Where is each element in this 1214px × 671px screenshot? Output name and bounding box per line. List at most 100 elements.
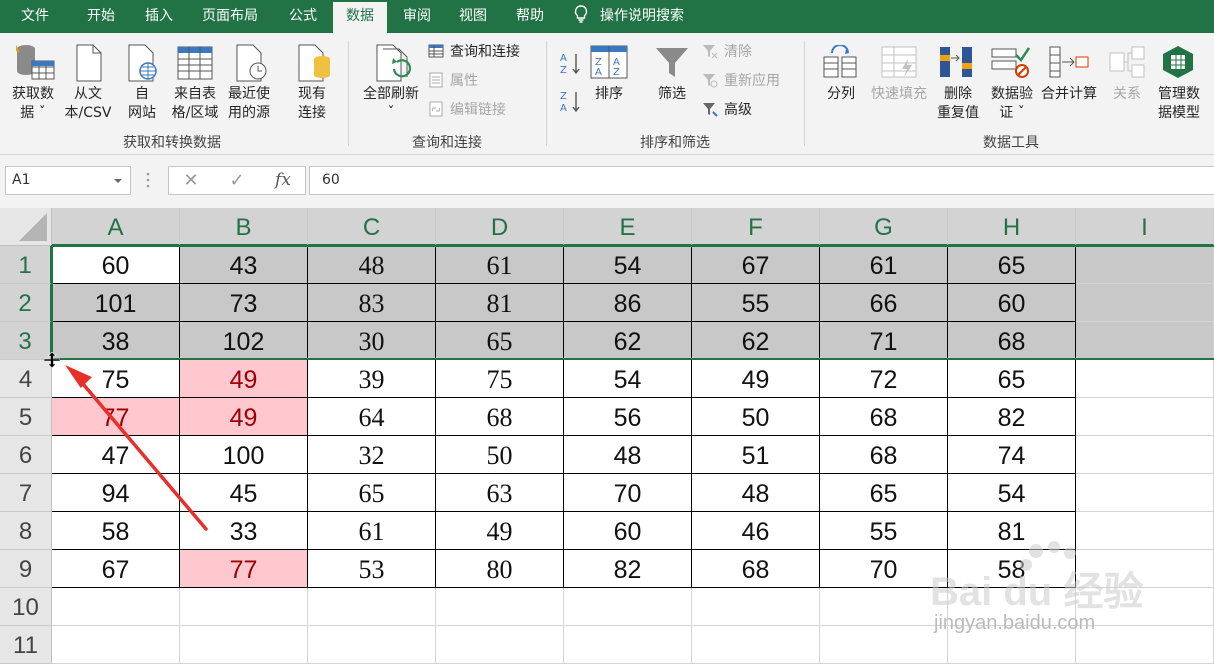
cell-g5[interactable]: 68 xyxy=(820,398,948,436)
cell-c1[interactable]: 48 xyxy=(308,246,436,284)
cell-e4[interactable]: 54 xyxy=(564,360,692,398)
cell-e3[interactable]: 62 xyxy=(564,322,692,360)
properties-button[interactable]: 属性 xyxy=(428,70,478,92)
cell-g6[interactable]: 68 xyxy=(820,436,948,474)
chevron-down-icon[interactable] xyxy=(114,179,122,183)
cell-a2[interactable]: 101 xyxy=(52,284,180,322)
cell-e5[interactable]: 56 xyxy=(564,398,692,436)
tab-page-layout[interactable]: 页面布局 xyxy=(192,0,268,33)
enter-check-icon[interactable]: ✓ xyxy=(219,167,255,194)
cell-c8[interactable]: 61 xyxy=(308,512,436,550)
cell-e9[interactable]: 82 xyxy=(564,550,692,588)
cell-d3[interactable]: 65 xyxy=(436,322,564,360)
row-header-5[interactable]: 5 xyxy=(0,398,52,436)
cell-g1[interactable]: 61 xyxy=(820,246,948,284)
cell-a11[interactable] xyxy=(52,626,180,664)
tab-data[interactable]: 数据 xyxy=(333,2,387,33)
cell-a4[interactable]: 75 xyxy=(52,360,180,398)
cell-e6[interactable]: 48 xyxy=(564,436,692,474)
cell-d8[interactable]: 49 xyxy=(436,512,564,550)
tell-me-search[interactable]: 操作说明搜索 xyxy=(574,0,684,33)
cell-c11[interactable] xyxy=(308,626,436,664)
cell-c4[interactable]: 39 xyxy=(308,360,436,398)
column-header-b[interactable]: B xyxy=(180,208,308,246)
row-header-2[interactable]: 2 xyxy=(0,284,52,322)
queries-connections-button[interactable]: 查询和连接 xyxy=(428,41,520,63)
cell-b9[interactable]: 77 xyxy=(180,550,308,588)
row-header-11[interactable]: 11 xyxy=(0,626,52,664)
cell-f6[interactable]: 51 xyxy=(692,436,820,474)
cell-b3[interactable]: 102 xyxy=(180,322,308,360)
cell-a1[interactable]: 60 xyxy=(52,246,180,284)
cell-d7[interactable]: 63 xyxy=(436,474,564,512)
column-header-h[interactable]: H xyxy=(948,208,1076,246)
cell-i6[interactable] xyxy=(1076,436,1214,474)
cell-c6[interactable]: 32 xyxy=(308,436,436,474)
cell-d5[interactable]: 68 xyxy=(436,398,564,436)
cell-i7[interactable] xyxy=(1076,474,1214,512)
cell-i3[interactable] xyxy=(1076,322,1214,360)
cell-f5[interactable]: 50 xyxy=(692,398,820,436)
cell-d6[interactable]: 50 xyxy=(436,436,564,474)
cell-a7[interactable]: 94 xyxy=(52,474,180,512)
cell-i2[interactable] xyxy=(1076,284,1214,322)
row-header-10[interactable]: 10 xyxy=(0,588,52,626)
cell-b5[interactable]: 49 xyxy=(180,398,308,436)
cell-d2[interactable]: 81 xyxy=(436,284,564,322)
column-header-c[interactable]: C xyxy=(308,208,436,246)
tab-home[interactable]: 开始 xyxy=(76,0,126,33)
cell-d4[interactable]: 75 xyxy=(436,360,564,398)
cell-f4[interactable]: 49 xyxy=(692,360,820,398)
row-header-8[interactable]: 8 xyxy=(0,512,52,550)
clear-filter-button[interactable]: 清除 xyxy=(702,41,752,63)
cell-g2[interactable]: 66 xyxy=(820,284,948,322)
column-header-g[interactable]: G xyxy=(820,208,948,246)
column-header-a[interactable]: A xyxy=(52,208,180,246)
cell-b10[interactable] xyxy=(180,588,308,626)
name-box[interactable]: A1 xyxy=(5,166,131,195)
tab-review[interactable]: 审阅 xyxy=(392,0,442,33)
cell-d11[interactable] xyxy=(436,626,564,664)
cell-a9[interactable]: 67 xyxy=(52,550,180,588)
cell-i1[interactable] xyxy=(1076,246,1214,284)
cell-g8[interactable]: 55 xyxy=(820,512,948,550)
sort-az-icon[interactable]: AZ xyxy=(560,51,582,77)
cell-h6[interactable]: 74 xyxy=(948,436,1076,474)
cell-c7[interactable]: 65 xyxy=(308,474,436,512)
select-all-corner[interactable] xyxy=(0,208,52,246)
row-header-1[interactable]: 1 xyxy=(0,246,52,284)
cell-i4[interactable] xyxy=(1076,360,1214,398)
column-header-f[interactable]: F xyxy=(692,208,820,246)
cell-g11[interactable] xyxy=(820,626,948,664)
insert-function-icon[interactable]: fx xyxy=(265,167,301,194)
tab-insert[interactable]: 插入 xyxy=(134,0,184,33)
cell-h3[interactable]: 68 xyxy=(948,322,1076,360)
cell-d1[interactable]: 61 xyxy=(436,246,564,284)
cell-e1[interactable]: 54 xyxy=(564,246,692,284)
cell-a8[interactable]: 58 xyxy=(52,512,180,550)
cell-h4[interactable]: 65 xyxy=(948,360,1076,398)
cell-g7[interactable]: 65 xyxy=(820,474,948,512)
cell-f8[interactable]: 46 xyxy=(692,512,820,550)
drag-handle-icon[interactable] xyxy=(146,172,150,188)
cell-f9[interactable]: 68 xyxy=(692,550,820,588)
edit-links-button[interactable]: 编辑链接 xyxy=(428,99,506,121)
tab-formulas[interactable]: 公式 xyxy=(278,0,328,33)
cell-h1[interactable]: 65 xyxy=(948,246,1076,284)
cell-f1[interactable]: 67 xyxy=(692,246,820,284)
cell-d9[interactable]: 80 xyxy=(436,550,564,588)
cell-c2[interactable]: 83 xyxy=(308,284,436,322)
cell-b1[interactable]: 43 xyxy=(180,246,308,284)
cell-b4[interactable]: 49 xyxy=(180,360,308,398)
cell-f7[interactable]: 48 xyxy=(692,474,820,512)
cell-i5[interactable] xyxy=(1076,398,1214,436)
cell-f2[interactable]: 55 xyxy=(692,284,820,322)
column-header-e[interactable]: E xyxy=(564,208,692,246)
sort-za-icon[interactable]: ZA xyxy=(560,89,582,115)
cell-b11[interactable] xyxy=(180,626,308,664)
row-header-6[interactable]: 6 xyxy=(0,436,52,474)
cell-c5[interactable]: 64 xyxy=(308,398,436,436)
cell-b7[interactable]: 45 xyxy=(180,474,308,512)
column-header-i[interactable]: I xyxy=(1076,208,1214,246)
cell-d10[interactable] xyxy=(436,588,564,626)
